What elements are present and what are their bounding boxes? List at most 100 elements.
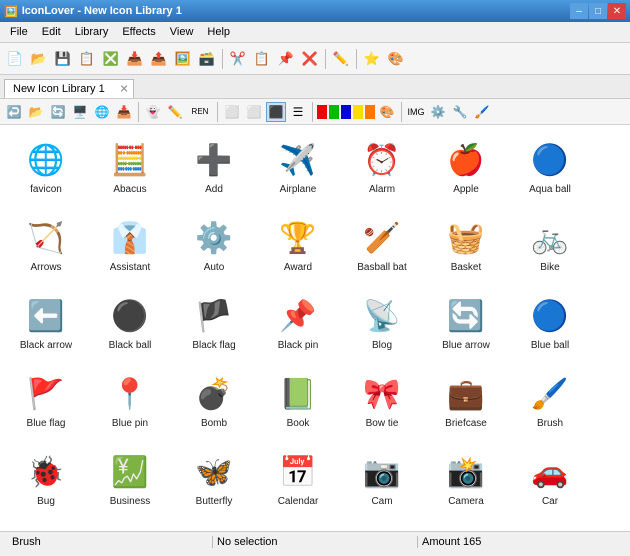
inner-list-view[interactable]: ☰ xyxy=(288,102,308,122)
inner-desktop[interactable]: 🖥️ xyxy=(70,102,90,122)
icon-cell-business[interactable]: 💹Business xyxy=(88,443,172,521)
inner-download[interactable]: 📥 xyxy=(114,102,134,122)
toolbar-separator-2 xyxy=(325,49,326,69)
icon-cell-brush[interactable]: 🖌️Brush xyxy=(508,365,592,443)
inner-large-view[interactable]: ⬛ xyxy=(266,102,286,122)
toolbar-rename[interactable]: ✏️ xyxy=(330,48,352,70)
icon-cell-bike[interactable]: 🚲Bike xyxy=(508,209,592,287)
inner-ghost[interactable]: 👻 xyxy=(143,102,163,122)
toolbar-copy[interactable]: 📋 xyxy=(251,48,273,70)
icon-cell-bug[interactable]: 🐞Bug xyxy=(4,443,88,521)
inner-color1[interactable] xyxy=(317,105,327,119)
icon-cell-apple[interactable]: 🍎Apple xyxy=(424,131,508,209)
inner-web[interactable]: 🌐 xyxy=(92,102,112,122)
icon-cell-book[interactable]: 📗Book xyxy=(256,365,340,443)
toolbar-paste[interactable]: 📌 xyxy=(275,48,297,70)
icon-cell-award[interactable]: 🏆Award xyxy=(256,209,340,287)
icon-visual-abacus: 🧮 xyxy=(108,138,152,182)
icon-cell-basket[interactable]: 🧺Basket xyxy=(424,209,508,287)
inner-palette[interactable]: 🖌️ xyxy=(472,102,492,122)
icon-cell-bow-tie[interactable]: 🎀Bow tie xyxy=(340,365,424,443)
icon-cell-bomb[interactable]: 💣Bomb xyxy=(172,365,256,443)
inner-refresh[interactable]: 🔄 xyxy=(48,102,68,122)
toolbar-close[interactable]: ❎ xyxy=(100,48,122,70)
icon-label-airplane: Airplane xyxy=(280,184,317,196)
menu-view[interactable]: View xyxy=(164,24,200,40)
menu-library[interactable]: Library xyxy=(69,24,115,40)
icon-cell-alarm[interactable]: ⏰Alarm xyxy=(340,131,424,209)
toolbar-open[interactable]: 📂 xyxy=(28,48,50,70)
maximize-button[interactable]: □ xyxy=(589,3,607,19)
toolbar-icon-new[interactable]: 🖼️ xyxy=(172,48,194,70)
inner-edit[interactable]: ✏️ xyxy=(165,102,185,122)
icon-cell-cam[interactable]: 📷Cam xyxy=(340,443,424,521)
icon-visual-auto: ⚙️ xyxy=(192,216,236,260)
toolbar-export[interactable]: 📤 xyxy=(148,48,170,70)
icon-cell-black-flag[interactable]: 🏴Black flag xyxy=(172,287,256,365)
icon-visual-bow-tie: 🎀 xyxy=(360,372,404,416)
menu-effects[interactable]: Effects xyxy=(116,24,161,40)
icon-cell-calendar[interactable]: 📅Calendar xyxy=(256,443,340,521)
icon-cell-favicon[interactable]: 🌐favicon xyxy=(4,131,88,209)
icon-cell-basball-bat[interactable]: 🏏Basball bat xyxy=(340,209,424,287)
menu-help[interactable]: Help xyxy=(201,24,236,40)
icon-cell-black-ball[interactable]: ⚫Black ball xyxy=(88,287,172,365)
icon-cell-blue-flag[interactable]: 🚩Blue flag xyxy=(4,365,88,443)
inner-gear2[interactable]: 🔧 xyxy=(450,102,470,122)
icon-cell-briefcase[interactable]: 💼Briefcase xyxy=(424,365,508,443)
inner-color-picker[interactable]: 🎨 xyxy=(377,102,397,122)
icon-cell-assistant[interactable]: 👔Assistant xyxy=(88,209,172,287)
icon-cell-blue-pin[interactable]: 📍Blue pin xyxy=(88,365,172,443)
icon-cell-arrows[interactable]: 🏹Arrows xyxy=(4,209,88,287)
icon-cell-abacus[interactable]: 🧮Abacus xyxy=(88,131,172,209)
tab-close-button[interactable]: ✕ xyxy=(120,83,129,96)
toolbar-save[interactable]: 💾 xyxy=(52,48,74,70)
inner-settings[interactable]: ⚙️ xyxy=(428,102,448,122)
inner-back[interactable]: ↩️ xyxy=(4,102,24,122)
status-selection: No selection xyxy=(213,536,418,548)
icon-visual-black-pin: 📌 xyxy=(276,294,320,338)
toolbar-separator-1 xyxy=(222,49,223,69)
inner-color2[interactable] xyxy=(329,105,339,119)
toolbar-save-all[interactable]: 📋 xyxy=(76,48,98,70)
tab-library[interactable]: New Icon Library 1 ✕ xyxy=(4,79,134,98)
toolbar-new[interactable]: 📄 xyxy=(4,48,26,70)
menu-file[interactable]: File xyxy=(4,24,34,40)
toolbar-color[interactable]: 🎨 xyxy=(385,48,407,70)
icon-cell-blog[interactable]: 📡Blog xyxy=(340,287,424,365)
inner-small-view[interactable]: ⬜ xyxy=(222,102,242,122)
close-button[interactable]: ✕ xyxy=(608,3,626,19)
icon-cell-black-arrow[interactable]: ⬅️Black arrow xyxy=(4,287,88,365)
icon-visual-bike: 🚲 xyxy=(528,216,572,260)
icon-visual-arrows: 🏹 xyxy=(24,216,68,260)
inner-color4[interactable] xyxy=(353,105,363,119)
inner-rename[interactable]: REN xyxy=(187,102,213,122)
icon-cell-blue-ball[interactable]: 🔵Blue ball xyxy=(508,287,592,365)
icon-cell-camera[interactable]: 📸Camera xyxy=(424,443,508,521)
icon-cell-aqua-ball[interactable]: 🔵Aqua ball xyxy=(508,131,592,209)
icon-cell-add[interactable]: ➕Add xyxy=(172,131,256,209)
icon-cell-auto[interactable]: ⚙️Auto xyxy=(172,209,256,287)
icon-cell-black-pin[interactable]: 📌Black pin xyxy=(256,287,340,365)
inner-folder[interactable]: 📂 xyxy=(26,102,46,122)
icon-cell-airplane[interactable]: ✈️Airplane xyxy=(256,131,340,209)
minimize-button[interactable]: – xyxy=(570,3,588,19)
status-bar: Brush No selection Amount 165 xyxy=(0,531,630,551)
menu-edit[interactable]: Edit xyxy=(36,24,67,40)
inner-color3[interactable] xyxy=(341,105,351,119)
status-tool-text: Brush xyxy=(12,536,41,548)
inner-color5[interactable] xyxy=(365,105,375,119)
toolbar-delete[interactable]: ❌ xyxy=(299,48,321,70)
icon-cell-blue-arrow[interactable]: 🔄Blue arrow xyxy=(424,287,508,365)
icon-visual-black-arrow: ⬅️ xyxy=(24,294,68,338)
icon-label-basket: Basket xyxy=(451,262,482,274)
toolbar-icon-open[interactable]: 🗃️ xyxy=(196,48,218,70)
icon-cell-car[interactable]: 🚗Car xyxy=(508,443,592,521)
toolbar-star[interactable]: ⭐ xyxy=(361,48,383,70)
icon-label-blog: Blog xyxy=(372,340,392,352)
inner-med-view[interactable]: ⬜ xyxy=(244,102,264,122)
toolbar-cut[interactable]: ✂️ xyxy=(227,48,249,70)
icon-cell-butterfly[interactable]: 🦋Butterfly xyxy=(172,443,256,521)
inner-img[interactable]: IMG xyxy=(406,102,426,122)
toolbar-import[interactable]: 📥 xyxy=(124,48,146,70)
